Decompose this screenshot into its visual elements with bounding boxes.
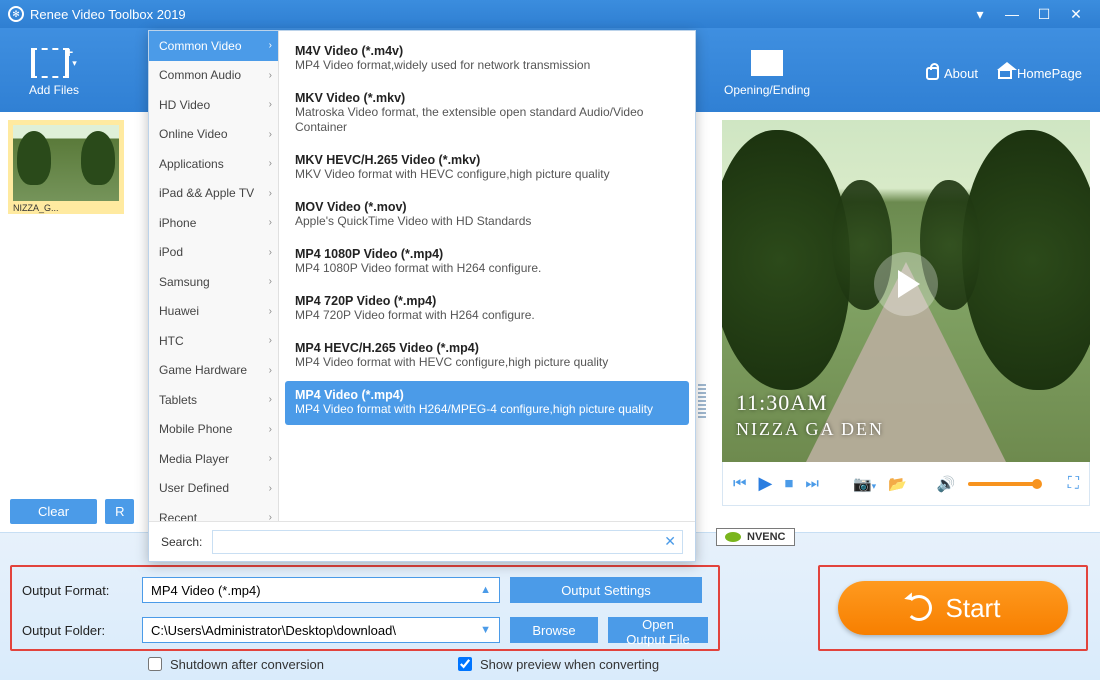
format-item[interactable]: M4V Video (*.m4v)MP4 Video format,widely… bbox=[285, 37, 689, 81]
thumbnail-image bbox=[13, 125, 119, 201]
format-item[interactable]: MP4 720P Video (*.mp4)MP4 720P Video for… bbox=[285, 287, 689, 331]
format-category-list: Common Video›Common Audio›HD Video›Onlin… bbox=[149, 31, 279, 521]
opening-ending-label: Opening/Ending bbox=[724, 83, 810, 97]
format-category-item[interactable]: iPad && Apple TV› bbox=[149, 179, 278, 209]
format-category-item[interactable]: Online Video› bbox=[149, 120, 278, 150]
volume-icon[interactable]: 🔊 bbox=[937, 475, 956, 493]
snapshot-icon[interactable]: 📷▾ bbox=[853, 475, 876, 493]
nvidia-eye-icon bbox=[725, 532, 741, 542]
thumbnail-caption: NIZZA_G... bbox=[13, 201, 119, 213]
format-category-item[interactable]: Tablets› bbox=[149, 385, 278, 415]
format-item[interactable]: MP4 1080P Video (*.mp4)MP4 1080P Video f… bbox=[285, 240, 689, 284]
show-preview-checkbox[interactable]: Show preview when converting bbox=[454, 654, 659, 674]
format-category-item[interactable]: Media Player› bbox=[149, 444, 278, 474]
player-controls: ⏮ ▶ ■ ⏭ 📷▾ 📂 🔊 ⛶ bbox=[722, 462, 1090, 506]
format-category-item[interactable]: Applications› bbox=[149, 149, 278, 179]
chevron-down-icon: ▼ bbox=[480, 624, 491, 636]
clear-search-icon[interactable]: ✕ bbox=[664, 533, 676, 550]
film-icon: + bbox=[31, 48, 69, 78]
format-item[interactable]: MP4 HEVC/H.265 Video (*.mp4)MP4 Video fo… bbox=[285, 334, 689, 378]
clear-button[interactable]: Clear bbox=[10, 499, 97, 524]
format-category-item[interactable]: HTC› bbox=[149, 326, 278, 356]
preview-panel: 11:30AM NIZZA GA DEN ⏮ ▶ ■ ⏭ 📷▾ 📂 🔊 ⛶ bbox=[718, 112, 1100, 532]
app-title: Renee Video Toolbox 2019 bbox=[30, 7, 186, 22]
output-settings-button[interactable]: Output Settings bbox=[510, 577, 702, 603]
format-item[interactable]: MOV Video (*.mov)Apple's QuickTime Video… bbox=[285, 193, 689, 237]
preview-place-text: NIZZA GA DEN bbox=[736, 419, 884, 440]
dropdown-window-icon[interactable]: ▾ bbox=[964, 6, 996, 23]
preview-time-text: 11:30AM bbox=[736, 390, 828, 416]
output-folder-label: Output Folder: bbox=[22, 623, 132, 638]
format-category-item[interactable]: Common Video› bbox=[149, 31, 278, 61]
shutdown-checkbox[interactable]: Shutdown after conversion bbox=[144, 654, 324, 674]
format-search-row: Search: ✕ bbox=[149, 521, 695, 561]
title-bar: ✻ Renee Video Toolbox 2019 ▾ ― ☐ ✕ bbox=[0, 0, 1100, 28]
chevron-up-icon: ▲ bbox=[480, 584, 491, 596]
format-category-item[interactable]: Common Audio› bbox=[149, 61, 278, 91]
format-item[interactable]: MP4 Video (*.mp4)MP4 Video format with H… bbox=[285, 381, 689, 425]
format-category-item[interactable]: Game Hardware› bbox=[149, 356, 278, 386]
stop-icon[interactable]: ■ bbox=[784, 475, 793, 492]
format-category-item[interactable]: Samsung› bbox=[149, 267, 278, 297]
format-search-input[interactable] bbox=[219, 534, 664, 550]
open-output-file-button[interactable]: Open Output File bbox=[608, 617, 708, 643]
search-label: Search: bbox=[161, 535, 202, 549]
video-preview[interactable]: 11:30AM NIZZA GA DEN bbox=[722, 120, 1090, 462]
add-files-button[interactable]: +▾ Add Files bbox=[14, 43, 94, 97]
format-category-item[interactable]: Recent› bbox=[149, 503, 278, 521]
close-icon[interactable]: ✕ bbox=[1060, 6, 1092, 23]
maximize-icon[interactable]: ☐ bbox=[1028, 6, 1060, 23]
output-folder-select[interactable]: C:\Users\Administrator\Desktop\download\… bbox=[142, 617, 500, 643]
next-icon[interactable]: ⏭ bbox=[805, 475, 819, 492]
format-category-item[interactable]: Mobile Phone› bbox=[149, 415, 278, 445]
format-category-item[interactable]: Huawei› bbox=[149, 297, 278, 327]
fullscreen-icon[interactable]: ⛶ bbox=[1068, 475, 1079, 493]
start-button[interactable]: Start bbox=[838, 581, 1068, 635]
format-category-item[interactable]: HD Video› bbox=[149, 90, 278, 120]
start-highlight-box: Start bbox=[818, 565, 1088, 651]
output-folder-value: C:\Users\Administrator\Desktop\download\ bbox=[151, 623, 396, 638]
browse-button[interactable]: Browse bbox=[510, 617, 598, 643]
format-dropdown: Common Video›Common Audio›HD Video›Onlin… bbox=[148, 30, 696, 562]
refresh-icon bbox=[906, 595, 932, 621]
remove-button[interactable]: R bbox=[105, 499, 134, 524]
splitter-handle[interactable] bbox=[698, 384, 706, 418]
volume-slider[interactable] bbox=[968, 482, 1038, 486]
lock-icon bbox=[926, 67, 939, 80]
home-icon bbox=[998, 69, 1012, 79]
opening-ending-icon bbox=[751, 50, 783, 76]
nvenc-badge: NVENC bbox=[716, 528, 795, 546]
output-format-label: Output Format: bbox=[22, 583, 132, 598]
format-item-list: M4V Video (*.m4v)MP4 Video format,widely… bbox=[279, 31, 695, 521]
format-item[interactable]: MKV HEVC/H.265 Video (*.mkv)MKV Video fo… bbox=[285, 146, 689, 190]
open-folder-icon[interactable]: 📂 bbox=[888, 475, 907, 493]
homepage-link[interactable]: HomePage bbox=[998, 66, 1082, 81]
format-category-item[interactable]: User Defined› bbox=[149, 474, 278, 504]
format-category-item[interactable]: iPod› bbox=[149, 238, 278, 268]
opening-ending-button[interactable]: Opening/Ending bbox=[724, 43, 810, 97]
minimize-icon[interactable]: ― bbox=[996, 6, 1028, 22]
format-item[interactable]: MKV Video (*.mkv)Matroska Video format, … bbox=[285, 84, 689, 143]
output-format-value: MP4 Video (*.mp4) bbox=[151, 583, 261, 598]
prev-icon[interactable]: ⏮ bbox=[733, 475, 747, 492]
start-label: Start bbox=[946, 593, 1001, 624]
app-logo-icon: ✻ bbox=[8, 6, 24, 22]
output-format-select[interactable]: MP4 Video (*.mp4) ▲ bbox=[142, 577, 500, 603]
about-link[interactable]: About bbox=[926, 66, 978, 81]
format-category-item[interactable]: iPhone› bbox=[149, 208, 278, 238]
video-thumbnail[interactable]: NIZZA_G... bbox=[8, 120, 124, 214]
play-icon[interactable]: ▶ bbox=[759, 473, 773, 494]
play-overlay-icon[interactable] bbox=[874, 252, 938, 316]
add-files-label: Add Files bbox=[29, 83, 79, 97]
